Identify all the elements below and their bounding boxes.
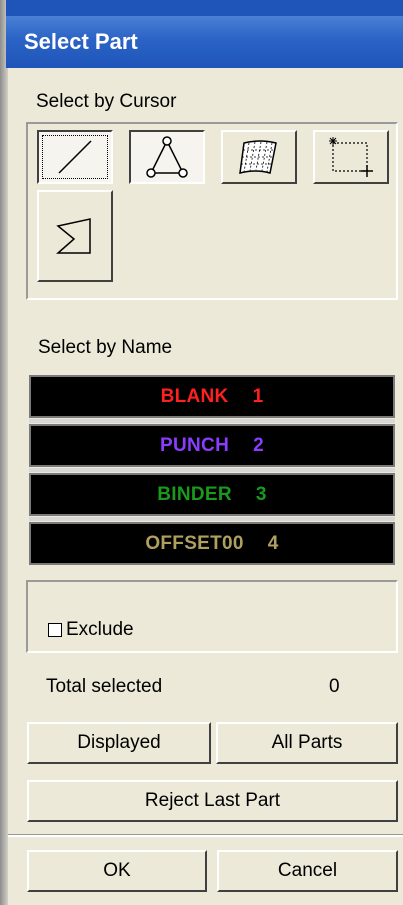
window-left-edge bbox=[0, 0, 8, 905]
polygon-select-tool-button[interactable] bbox=[37, 190, 113, 282]
total-selected-value: 0 bbox=[329, 676, 340, 697]
footer-divider bbox=[8, 834, 403, 837]
exclude-group bbox=[26, 580, 398, 653]
ok-button[interactable]: OK bbox=[27, 850, 207, 892]
reject-last-part-button[interactable]: Reject Last Part bbox=[27, 780, 398, 822]
select-by-name-label: Select by Name bbox=[38, 337, 173, 358]
cancel-button[interactable]: Cancel bbox=[217, 850, 398, 892]
mesh-surface-icon bbox=[239, 140, 277, 174]
exclude-checkbox[interactable] bbox=[48, 623, 62, 637]
part-separator bbox=[29, 468, 395, 472]
polygon-select-icon bbox=[56, 218, 91, 254]
part-row-binder[interactable]: BINDER 3 bbox=[29, 473, 395, 516]
total-selected-label: Total selected bbox=[46, 676, 163, 697]
node-triangle-tool-button[interactable] bbox=[129, 130, 205, 184]
diagonal-line-icon bbox=[58, 140, 92, 174]
exclude-label: Exclude bbox=[66, 619, 134, 640]
select-by-cursor-label: Select by Cursor bbox=[36, 91, 177, 112]
part-id: 2 bbox=[253, 434, 264, 456]
title-bar-top bbox=[6, 0, 403, 16]
part-separator bbox=[29, 419, 395, 423]
all-parts-button[interactable]: All Parts bbox=[216, 722, 398, 764]
part-row-blank[interactable]: BLANK 1 bbox=[29, 375, 395, 418]
rectangle-select-icon bbox=[329, 137, 373, 177]
triangle-nodes-icon bbox=[146, 136, 188, 178]
part-name: OFFSET00 bbox=[145, 532, 244, 554]
window-title: Select Part bbox=[24, 29, 138, 54]
title-bar: Select Part bbox=[6, 16, 403, 68]
part-name: BLANK bbox=[160, 385, 229, 407]
part-name: BINDER bbox=[157, 483, 232, 505]
part-id: 1 bbox=[252, 385, 264, 407]
part-id: 4 bbox=[267, 532, 279, 554]
part-row-offset00[interactable]: OFFSET00 4 bbox=[29, 522, 395, 565]
part-row-punch[interactable]: PUNCH 2 bbox=[29, 424, 395, 467]
surface-tool-button[interactable] bbox=[221, 130, 297, 184]
displayed-button[interactable]: Displayed bbox=[27, 722, 211, 764]
part-id: 3 bbox=[255, 483, 267, 505]
part-name: PUNCH bbox=[160, 434, 230, 456]
rectangle-select-tool-button[interactable] bbox=[313, 130, 389, 184]
part-separator bbox=[29, 517, 395, 521]
line-tool-button[interactable] bbox=[37, 130, 113, 184]
